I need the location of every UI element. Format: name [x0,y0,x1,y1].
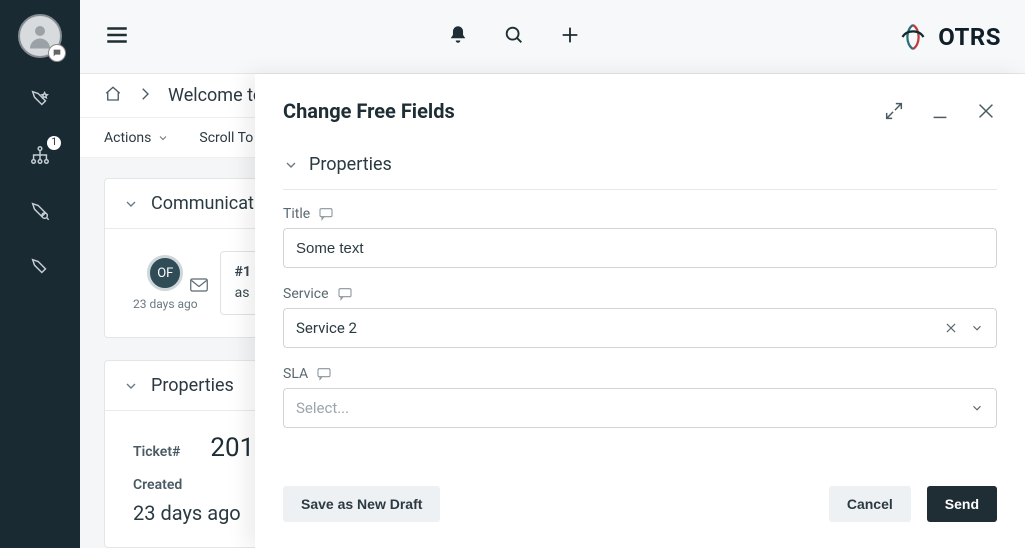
actions-menu[interactable]: Actions [104,130,169,146]
properties-title: Properties [151,375,234,396]
add-button[interactable] [559,24,581,50]
rail-tag-icon[interactable] [29,256,51,282]
chevron-down-icon[interactable] [970,401,984,415]
modal-section-title: Properties [309,154,392,175]
chevron-down-icon [123,378,139,394]
service-field: Service Service 2 [283,286,997,348]
modal-header: Change Free Fields [255,74,1025,148]
modal-footer: Save as New Draft Cancel Send [255,468,1025,548]
scrollto-label: Scroll To [199,130,253,146]
comment-icon[interactable] [316,366,332,382]
change-free-fields-modal: Change Free Fields Properties Title [255,74,1025,548]
sender-initials: OF [147,255,183,291]
ticket-number-label: Ticket# [133,444,180,460]
main-area: OTRS Welcome to O Actions Scroll To Comm… [80,0,1025,548]
rail-tree-icon[interactable]: 1 [29,144,51,170]
menu-toggle[interactable] [104,22,130,52]
home-icon [104,85,122,103]
sla-field: SLA Select... [283,366,997,428]
user-avatar[interactable] [18,14,62,58]
chevron-down-icon[interactable] [970,321,984,335]
brand-text: OTRS [938,23,1001,51]
chevron-down-icon [123,196,139,212]
search-icon [503,24,525,46]
topbar-center [160,24,868,50]
chat-icon [52,48,62,58]
comment-icon[interactable] [337,286,353,302]
chevron-down-icon [283,157,299,173]
communication-title: Communicatio [151,193,269,214]
comment-icon[interactable] [318,206,334,222]
send-button[interactable]: Send [927,486,997,522]
modal-window-controls [883,100,997,122]
service-label: Service [283,286,329,302]
chevron-down-icon [157,132,169,144]
service-value: Service 2 [296,319,357,337]
title-label: Title [283,206,310,222]
cancel-button[interactable]: Cancel [829,486,911,522]
mail-icon [190,278,208,292]
home-link[interactable] [104,85,122,107]
breadcrumb-separator [136,85,154,107]
notifications-button[interactable] [447,24,469,50]
modal-body: Properties Title Service Service 2 [255,148,1025,468]
service-select[interactable]: Service 2 [283,308,997,348]
sla-placeholder: Select... [296,399,349,417]
sender-avatar[interactable]: OF 23 days ago [133,255,198,311]
close-icon[interactable] [975,100,997,122]
message-body: as [235,283,251,304]
actions-label: Actions [104,130,151,146]
brand-logo: OTRS [898,22,1001,52]
plus-icon [559,24,581,46]
clear-icon[interactable] [944,321,958,335]
expand-icon[interactable] [883,100,905,122]
hamburger-icon [104,22,130,48]
left-rail: 1 [0,0,80,548]
message-number: #1 [235,262,251,283]
presence-badge [48,44,66,62]
title-input-wrap [283,228,997,268]
divider [283,189,997,190]
rail-badge: 1 [47,136,61,150]
sla-select[interactable]: Select... [283,388,997,428]
otrs-mark-icon [898,22,928,52]
chevron-right-icon [136,85,154,103]
modal-title: Change Free Fields [283,99,455,123]
sender-age: 23 days ago [133,297,198,311]
topbar: OTRS [80,0,1025,74]
channel-badge [190,277,208,291]
search-button[interactable] [503,24,525,50]
title-input[interactable] [296,240,984,257]
modal-section-header[interactable]: Properties [283,148,997,189]
rail-tag-search-icon[interactable] [29,200,51,226]
bell-icon [447,24,469,46]
save-draft-button[interactable]: Save as New Draft [283,486,440,522]
rail-ticket-star-icon[interactable] [29,88,51,114]
title-field: Title [283,206,997,268]
sla-label: SLA [283,366,308,382]
minimize-icon[interactable] [929,100,951,122]
